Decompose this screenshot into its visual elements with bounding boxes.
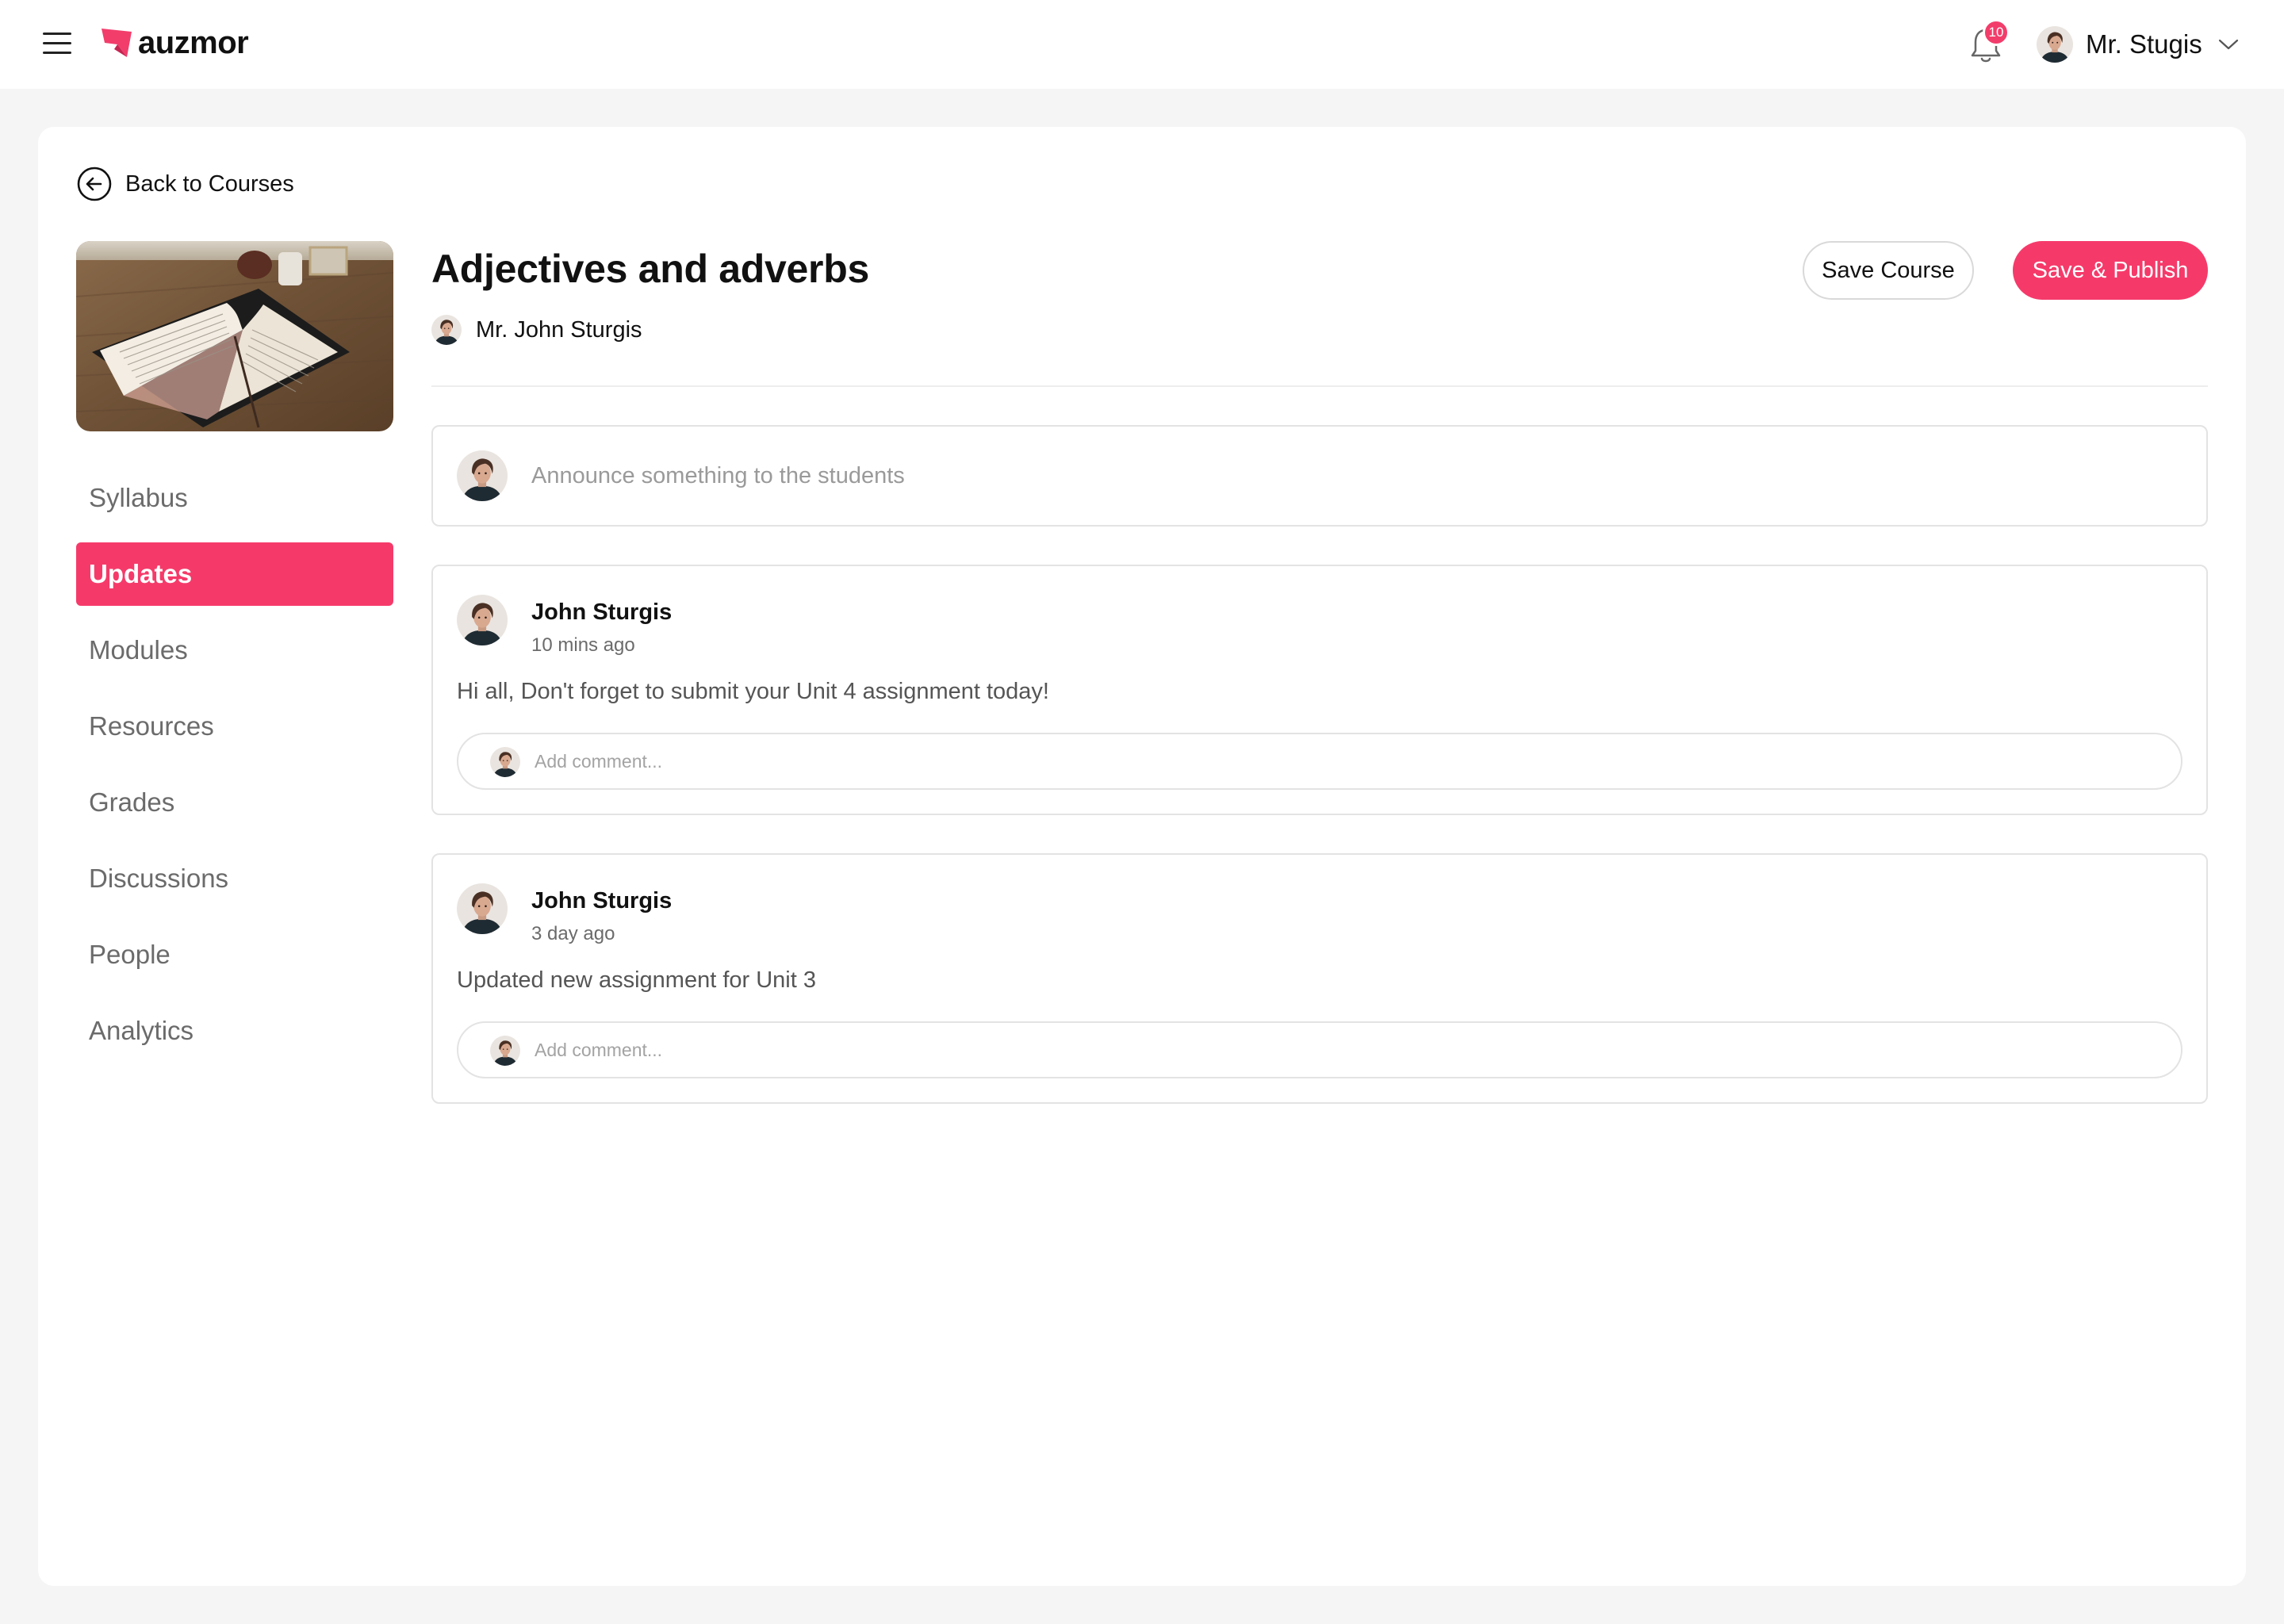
sidebar-item-syllabus[interactable]: Syllabus (76, 466, 393, 530)
sidebar-item-modules[interactable]: Modules (76, 619, 393, 682)
comment-avatar (490, 747, 520, 777)
sidebar-item-updates[interactable]: Updates (76, 542, 393, 606)
hamburger-menu-icon[interactable] (43, 32, 71, 56)
auzmor-logo-icon (102, 29, 132, 57)
course-side-nav: Syllabus Updates Modules Resources Grade… (76, 466, 393, 1075)
sidebar-item-analytics[interactable]: Analytics (76, 999, 393, 1063)
course-author: Mr. John Sturgis (431, 314, 642, 346)
chevron-down-icon (2218, 39, 2238, 50)
save-course-button[interactable]: Save Course (1803, 241, 1974, 300)
user-avatar (2037, 26, 2073, 63)
announcement-composer (431, 425, 2208, 527)
update-post: John Sturgis 3 day ago Updated new assig… (431, 853, 2208, 1104)
back-label: Back to Courses (125, 170, 294, 197)
post-author-avatar (457, 595, 508, 645)
brand-logo[interactable]: auzmor (100, 24, 249, 62)
post-timestamp: 3 day ago (531, 923, 615, 944)
sidebar-item-resources[interactable]: Resources (76, 695, 393, 758)
announcement-input[interactable] (531, 446, 2181, 506)
arrow-left-circle-icon (77, 167, 112, 201)
back-to-courses-link[interactable]: Back to Courses (76, 165, 294, 203)
comment-input[interactable] (535, 741, 2160, 782)
update-post: John Sturgis 10 mins ago Hi all, Don't f… (431, 565, 2208, 815)
comment-avatar (490, 1036, 520, 1066)
post-author-avatar (457, 883, 508, 934)
post-timestamp: 10 mins ago (531, 634, 635, 656)
author-avatar (431, 315, 462, 345)
comment-input[interactable] (535, 1029, 2160, 1071)
course-cover-image (76, 241, 393, 431)
user-menu[interactable]: Mr. Stugis (2037, 22, 2239, 67)
composer-avatar (457, 450, 508, 501)
author-name: Mr. John Sturgis (476, 316, 642, 343)
sidebar-item-people[interactable]: People (76, 923, 393, 986)
sidebar-item-grades[interactable]: Grades (76, 771, 393, 834)
comment-box (457, 733, 2182, 790)
post-body: Updated new assignment for Unit 3 (457, 967, 816, 993)
save-and-publish-button[interactable]: Save & Publish (2013, 241, 2208, 300)
course-card: Back to Courses Syllabus Updates Modules… (38, 127, 2246, 1586)
brand-name: auzmor (138, 25, 249, 60)
top-bar: auzmor 10 Mr. Stugis (0, 0, 2284, 89)
post-author: John Sturgis (531, 888, 673, 914)
post-body: Hi all, Don't forget to submit your Unit… (457, 679, 1049, 704)
sidebar-item-discussions[interactable]: Discussions (76, 847, 393, 910)
user-name: Mr. Stugis (2086, 29, 2202, 59)
page-title: Adjectives and adverbs (431, 247, 869, 291)
notification-count-badge: 10 (1983, 19, 2010, 46)
header-divider (431, 385, 2208, 387)
post-author: John Sturgis (531, 599, 673, 625)
comment-box (457, 1021, 2182, 1078)
